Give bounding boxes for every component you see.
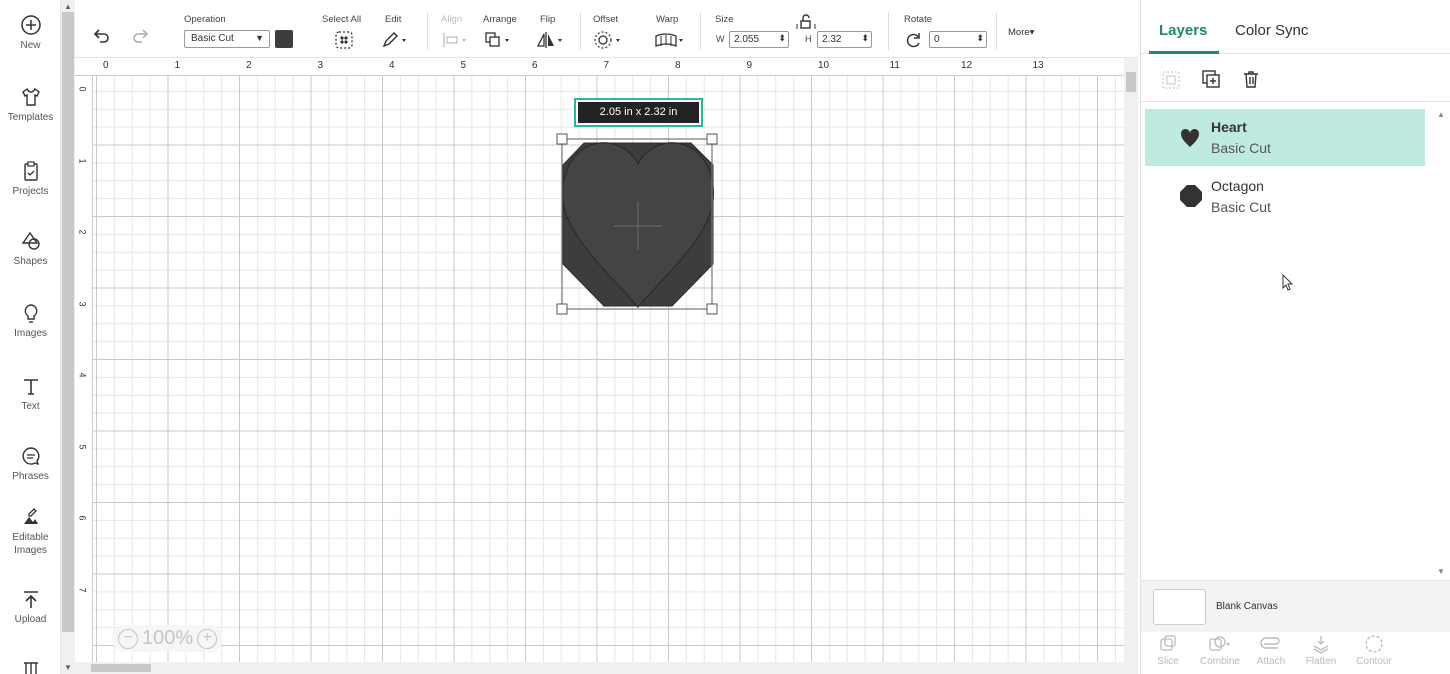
tab-layers[interactable]: Layers bbox=[1159, 22, 1207, 39]
canvas-horizontal-scrollbar[interactable] bbox=[75, 662, 1138, 674]
layer-item-heart[interactable]: Heart Basic Cut bbox=[1145, 109, 1425, 166]
blank-canvas-label: Blank Canvas bbox=[1216, 601, 1278, 612]
dimension-tag: 2.05 in x 2.32 in bbox=[574, 98, 703, 127]
mouse-cursor-icon bbox=[1282, 274, 1294, 291]
combine-label: Combine bbox=[1199, 656, 1241, 667]
slice-button[interactable]: Slice bbox=[1153, 634, 1183, 667]
resize-handle[interactable] bbox=[556, 133, 568, 145]
zoom-in-button[interactable]: + bbox=[197, 628, 218, 649]
zoom-control: − 100% + bbox=[112, 625, 224, 652]
octagon-icon bbox=[1180, 185, 1202, 207]
resize-handle[interactable] bbox=[706, 303, 718, 315]
combine-button[interactable]: Combine bbox=[1195, 634, 1245, 667]
layers-scrollbar[interactable]: ▲ ▼ bbox=[1435, 108, 1449, 578]
layer-bottom-actions: Slice Combine Attach Flatten Contour bbox=[1141, 632, 1450, 674]
group-icon[interactable] bbox=[1161, 70, 1181, 90]
scrollbar-thumb[interactable] bbox=[91, 664, 151, 672]
dimension-text: 2.05 in x 2.32 in bbox=[578, 102, 699, 123]
resize-handle[interactable] bbox=[556, 303, 568, 315]
contour-icon bbox=[1365, 635, 1383, 653]
design-space: New Templates Projects Shapes Images Tex… bbox=[0, 0, 1450, 674]
resize-handle[interactable] bbox=[706, 133, 718, 145]
tab-color-sync[interactable]: Color Sync bbox=[1235, 22, 1308, 39]
contour-button[interactable]: Contour bbox=[1351, 634, 1397, 667]
layer-operation: Basic Cut bbox=[1211, 140, 1271, 156]
scroll-down-arrow-icon[interactable]: ▼ bbox=[1437, 567, 1445, 576]
canvas-objects bbox=[556, 133, 718, 315]
panel-tabs: Layers Color Sync bbox=[1141, 0, 1450, 54]
layer-item-octagon[interactable]: Octagon Basic Cut bbox=[1145, 168, 1425, 225]
scroll-down-arrow-icon[interactable]: ▼ bbox=[64, 663, 72, 672]
zoom-out-button[interactable]: − bbox=[118, 628, 138, 649]
attach-button[interactable]: Attach bbox=[1253, 634, 1289, 667]
flatten-label: Flatten bbox=[1305, 656, 1337, 667]
monogram-icon bbox=[23, 662, 38, 674]
trash-icon[interactable] bbox=[1241, 69, 1261, 89]
attach-label: Attach bbox=[1256, 656, 1286, 667]
scroll-up-arrow-icon[interactable]: ▲ bbox=[1437, 110, 1445, 119]
layer-name: Heart bbox=[1211, 119, 1247, 135]
combine-icon bbox=[1209, 636, 1230, 651]
zoom-level: 100% bbox=[142, 627, 194, 649]
flatten-icon bbox=[1313, 636, 1329, 654]
sidebar-item-more[interactable] bbox=[0, 660, 61, 674]
contour-label: Contour bbox=[1356, 656, 1392, 667]
scrollbar-thumb[interactable] bbox=[1126, 72, 1136, 92]
canvas-vertical-scrollbar[interactable] bbox=[1124, 58, 1138, 662]
layer-operation: Basic Cut bbox=[1211, 199, 1271, 215]
canvas-swatch[interactable] bbox=[1153, 589, 1206, 625]
layers-panel: Layers Color Sync Heart Basic Cut Octago… bbox=[1140, 0, 1450, 674]
slice-icon bbox=[1160, 635, 1176, 651]
heart-icon bbox=[1180, 128, 1200, 147]
flatten-button[interactable]: Flatten bbox=[1301, 634, 1341, 667]
slice-label: Slice bbox=[1157, 656, 1179, 667]
duplicate-icon[interactable] bbox=[1201, 69, 1221, 89]
paperclip-icon bbox=[1260, 637, 1280, 649]
layers-list: Heart Basic Cut Octagon Basic Cut bbox=[1145, 108, 1435, 578]
layer-actions bbox=[1141, 56, 1450, 102]
layer-name: Octagon bbox=[1211, 178, 1264, 194]
active-tab-indicator bbox=[1149, 51, 1219, 54]
blank-canvas-row[interactable]: Blank Canvas bbox=[1141, 580, 1450, 632]
